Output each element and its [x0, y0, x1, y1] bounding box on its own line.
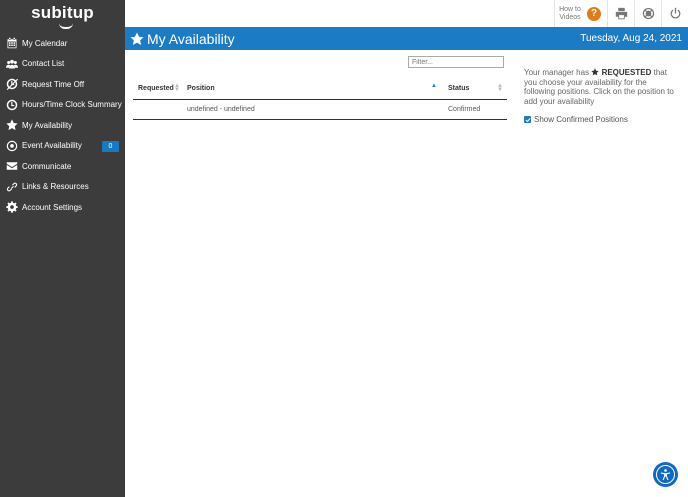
logo-text: subitup	[31, 3, 94, 29]
column-header-status[interactable]: Status ▲ ▼	[443, 78, 507, 100]
print-button[interactable]	[607, 0, 634, 27]
top-toolbar: How to Videos ?	[125, 0, 688, 27]
soccer-ball-icon	[5, 139, 18, 152]
column-header-requested[interactable]: Requested ▲ ▼	[133, 78, 182, 100]
info-highlight: REQUESTED	[601, 68, 652, 77]
sidebar-item-label: Contact List	[22, 59, 65, 69]
users-icon	[5, 57, 18, 70]
sidebar-item-label: Account Settings	[22, 202, 83, 212]
sidebar-item-contact-list[interactable]: Contact List	[0, 54, 125, 75]
logout-button[interactable]	[661, 0, 688, 27]
sidebar-item-label: My Calendar	[22, 38, 68, 48]
how-to-videos-button[interactable]: How to Videos ?	[554, 0, 607, 27]
sidebar-item-label: Event Availability	[22, 141, 82, 151]
show-confirmed-checkbox[interactable]	[524, 116, 531, 123]
accessibility-icon	[656, 465, 675, 484]
support-button[interactable]	[634, 0, 661, 27]
filter-input[interactable]	[408, 56, 504, 68]
column-label: Position	[187, 84, 215, 92]
link-icon	[5, 180, 18, 193]
sidebar-item-request-time-off[interactable]: Request Time Off	[0, 74, 125, 95]
sidebar-item-hours-time-clock[interactable]: Hours/Time Clock Summary	[0, 95, 125, 116]
clock-icon	[5, 98, 18, 111]
show-confirmed-label: Show Confirmed Positions	[534, 115, 628, 124]
page-title: My Availability	[130, 31, 235, 47]
star-icon	[5, 119, 18, 132]
sidebar-item-account-settings[interactable]: Account Settings	[0, 197, 125, 218]
sort-icon: ▲ ▼	[497, 83, 503, 93]
sidebar-item-my-availability[interactable]: My Availability	[0, 115, 125, 136]
sidebar-item-label: Links & Resources	[22, 182, 89, 192]
sidebar-item-communicate[interactable]: Communicate	[0, 156, 125, 177]
print-icon	[615, 7, 627, 20]
support-icon	[642, 7, 654, 20]
time-off-icon	[5, 78, 18, 91]
table-header-row: Requested ▲ ▼ Position ▲ Status ▲ ▼	[133, 78, 507, 100]
sidebar-item-my-calendar[interactable]: My Calendar	[0, 33, 125, 54]
envelope-icon	[5, 160, 18, 173]
gear-icon	[5, 201, 18, 214]
page-header: My Availability Tuesday, Aug 24, 2021	[125, 27, 688, 50]
sidebar-item-label: Hours/Time Clock Summary	[22, 100, 122, 110]
how-to-videos-label: How to Videos	[559, 5, 581, 21]
sidebar-item-event-availability[interactable]: Event Availability 0	[0, 136, 125, 157]
show-confirmed-toggle[interactable]: Show Confirmed Positions	[524, 115, 628, 124]
sidebar-item-label: Request Time Off	[22, 79, 85, 89]
sidebar: subitup My Calendar Contact List Request…	[0, 0, 125, 497]
star-icon	[130, 31, 144, 45]
star-icon	[591, 68, 600, 76]
power-icon	[670, 7, 680, 19]
sidebar-nav: My Calendar Contact List Request Time Of…	[0, 33, 125, 218]
cell-requested	[133, 99, 182, 120]
info-text: Your manager has REQUESTED that you choo…	[524, 68, 679, 106]
column-header-position[interactable]: Position ▲	[182, 78, 443, 100]
sidebar-item-label: My Availability	[22, 120, 73, 130]
table-row[interactable]: undefined - undefined Confirmed	[133, 99, 507, 120]
sidebar-item-label: Communicate	[22, 161, 72, 171]
info-text-before: Your manager has	[524, 68, 590, 77]
column-label: Status	[448, 84, 470, 92]
logo-smile-icon	[58, 23, 73, 29]
cell-position: undefined - undefined	[182, 99, 443, 120]
current-date: Tuesday, Aug 24, 2021	[580, 33, 682, 44]
availability-table: Requested ▲ ▼ Position ▲ Status ▲ ▼ undefi…	[133, 78, 507, 120]
event-count-badge: 0	[102, 140, 119, 152]
toolbar-actions: How to Videos ?	[554, 0, 688, 27]
sidebar-item-links-resources[interactable]: Links & Resources	[0, 177, 125, 198]
sort-ascending-icon: ▲	[431, 83, 437, 89]
calendar-icon	[5, 37, 18, 50]
sort-icon: ▲ ▼	[174, 83, 180, 93]
page-title-text: My Availability	[147, 30, 235, 47]
column-label: Requested	[138, 84, 174, 92]
app-root: subitup My Calendar Contact List Request…	[0, 0, 688, 497]
help-icon: ?	[587, 6, 601, 21]
cell-status: Confirmed	[443, 99, 507, 120]
checkmark-icon	[525, 117, 530, 122]
accessibility-button[interactable]	[653, 462, 678, 487]
logo[interactable]: subitup	[0, 0, 125, 29]
